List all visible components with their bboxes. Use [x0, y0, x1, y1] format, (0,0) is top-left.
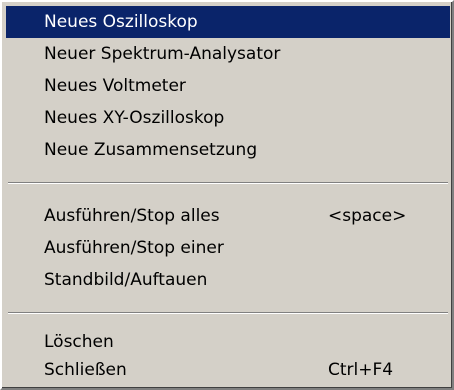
menu-item-label: Ausführen/Stop einer: [44, 238, 224, 258]
menu-item-new-spectrum-analyzer[interactable]: Neuer Spektrum-Analysator: [6, 38, 450, 70]
menu-item-label: Schließen: [44, 360, 127, 380]
menu-item-close[interactable]: Schließen Ctrl+F4: [6, 354, 450, 386]
menu-item-new-composition[interactable]: Neue Zusammensetzung: [6, 134, 450, 166]
menu-item-label: Standbild/Auftauen: [44, 270, 208, 290]
menu-item-shortcut: <space>: [328, 206, 407, 226]
menu-item-label: Neues Voltmeter: [44, 76, 186, 96]
menu-separator: [8, 312, 448, 314]
menu-item-label: Ausführen/Stop alles: [44, 206, 220, 226]
menu-item-label: Neues Oszilloskop: [44, 12, 198, 32]
menu-item-run-stop-all[interactable]: Ausführen/Stop alles <space>: [6, 200, 450, 232]
menu-item-run-stop-one[interactable]: Ausführen/Stop einer: [6, 232, 450, 264]
menu-item-label: Neue Zusammensetzung: [44, 140, 258, 160]
menu-item-label: Neues XY-Oszilloskop: [44, 108, 225, 128]
context-menu: Neues Oszilloskop Neuer Spektrum-Analysa…: [0, 0, 454, 390]
menu-item-shortcut: Ctrl+F4: [328, 360, 394, 380]
menu-item-new-oscilloscope[interactable]: Neues Oszilloskop: [6, 6, 450, 38]
menu-item-new-voltmeter[interactable]: Neues Voltmeter: [6, 70, 450, 102]
menu-item-label: Neuer Spektrum-Analysator: [44, 44, 281, 64]
menu-item-freeze-unfreeze[interactable]: Standbild/Auftauen: [6, 264, 450, 296]
menu-separator: [8, 182, 448, 184]
menu-item-new-xy-oscilloscope[interactable]: Neues XY-Oszilloskop: [6, 102, 450, 134]
